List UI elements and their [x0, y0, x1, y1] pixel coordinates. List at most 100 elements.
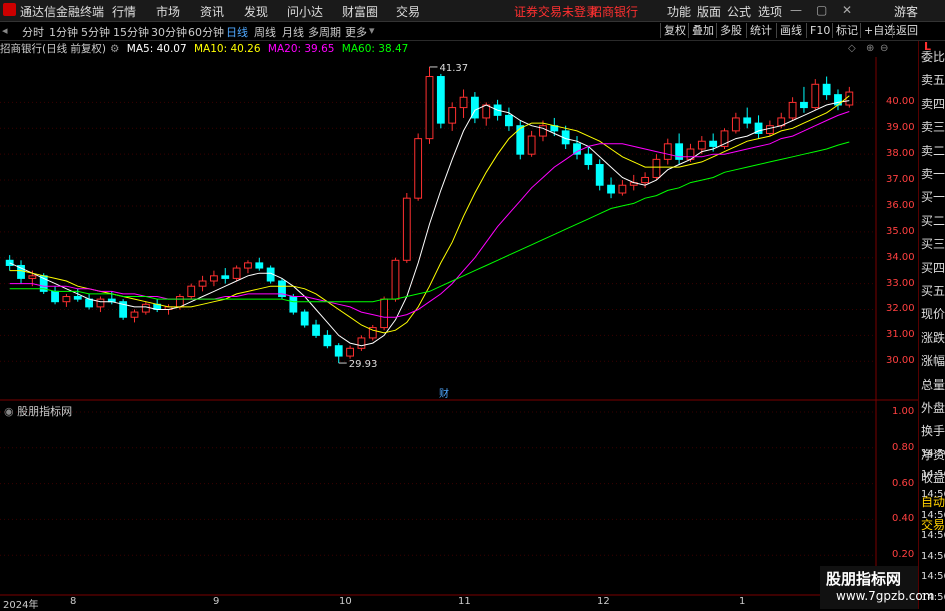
settings-gear-icon[interactable]: ⚙: [110, 43, 119, 55]
candle-body: [244, 262, 252, 269]
menu-layout[interactable]: 版面: [697, 3, 721, 20]
y-tick-label: 40.00: [886, 96, 915, 108]
side-label[interactable]: 委比: [921, 48, 945, 65]
menu-assistant[interactable]: 问小达: [287, 3, 323, 20]
toolbar-overlay[interactable]: 叠加: [688, 23, 717, 38]
period-60min[interactable]: 60分钟: [188, 24, 224, 40]
candle-body: [141, 303, 150, 313]
trade-time: 14:56: [921, 448, 945, 459]
menu-market[interactable]: 市场: [156, 3, 180, 20]
menu-function[interactable]: 功能: [667, 3, 691, 20]
candle-body: [822, 83, 831, 96]
zoom-in-icon[interactable]: ⊕: [866, 43, 874, 54]
indicator-toggle-icon[interactable]: ◉: [4, 405, 14, 418]
side-label[interactable]: 外盘: [921, 399, 945, 416]
side-label[interactable]: 现价: [921, 305, 945, 322]
candle: [743, 107, 752, 129]
side-label[interactable]: 卖二: [921, 142, 945, 159]
menu-options[interactable]: 选项: [758, 3, 782, 20]
diamond-icon[interactable]: ◇: [848, 43, 856, 54]
candle-body: [28, 275, 37, 279]
legend-ma10: MA10: 40.26: [194, 43, 261, 55]
lower-indicator-title: ◉ 股朋指标网: [4, 403, 72, 419]
y-tick-label: 35.00: [886, 225, 915, 237]
x-label-aug: 8: [70, 596, 77, 607]
toolbar-multi-stock[interactable]: 多股: [716, 23, 745, 38]
trade-time: 14:56: [921, 550, 945, 562]
candle-body: [187, 285, 196, 298]
period-15min[interactable]: 15分钟: [113, 24, 149, 40]
candle: [198, 275, 207, 292]
candle: [312, 319, 320, 338]
more-chevron-icon[interactable]: ▾: [369, 24, 375, 37]
menu-wealth[interactable]: 财富圈: [342, 3, 378, 20]
lower-y-tick-label: 0.60: [892, 477, 915, 489]
broker-name: 招商银行: [590, 5, 639, 19]
lower-y-tick-label: 0.20: [892, 549, 915, 561]
candle-body: [845, 91, 854, 106]
side-label[interactable]: 买一: [921, 188, 945, 205]
stock-name: 招商银行(日线 前复权): [0, 43, 107, 55]
guest-button[interactable]: 游客: [894, 3, 918, 20]
period-prev-icon[interactable]: ◂: [2, 24, 8, 37]
period-intraday[interactable]: 分时: [22, 24, 44, 40]
side-label[interactable]: 总量: [921, 376, 945, 393]
side-label[interactable]: 涨跌: [921, 329, 945, 346]
side-label[interactable]: 换手: [921, 422, 945, 439]
side-label[interactable]: 买三: [921, 235, 945, 252]
side-label[interactable]: 卖三: [921, 118, 945, 135]
y-tick-label: 30.00: [886, 355, 915, 367]
side-label[interactable]: 涨幅: [921, 352, 945, 369]
period-monthly[interactable]: 月线: [282, 24, 304, 40]
candle: [459, 89, 468, 118]
toolbar-mark[interactable]: 标记: [832, 23, 861, 38]
period-weekly[interactable]: 周线: [254, 24, 276, 40]
period-more[interactable]: 更多: [345, 24, 367, 40]
kline-chart[interactable]: 41.37 29.93 财: [0, 57, 918, 596]
zoom-out-icon[interactable]: ⊖: [880, 43, 888, 54]
menu-formula[interactable]: 公式: [727, 3, 751, 20]
close-icon[interactable]: ✕: [842, 3, 852, 17]
watermark-title: 股朋指标网: [826, 570, 902, 588]
toolbar-f10[interactable]: F10: [806, 23, 833, 38]
restore-icon[interactable]: ▢: [816, 3, 827, 17]
candle-body: [765, 125, 774, 134]
period-30min[interactable]: 30分钟: [151, 24, 187, 40]
period-daily[interactable]: 日线: [226, 24, 248, 40]
candle: [334, 343, 343, 364]
period-multi[interactable]: 多周期: [308, 24, 341, 40]
menu-discover[interactable]: 发现: [244, 3, 268, 20]
login-alert[interactable]: 证券交易未登录: [514, 3, 598, 20]
side-label[interactable]: 卖五: [921, 71, 945, 88]
minimize-icon[interactable]: —: [790, 3, 802, 17]
candle-body: [697, 140, 706, 150]
toolbar-restore-rights[interactable]: 复权: [660, 23, 689, 38]
side-label[interactable]: 买二: [921, 212, 945, 229]
candle: [618, 180, 627, 196]
side-label[interactable]: 卖一: [921, 165, 945, 182]
trade-time: 14:56: [921, 489, 945, 500]
period-5min[interactable]: 5分钟: [81, 24, 110, 40]
y-tick-label: 31.00: [886, 329, 915, 341]
candle-body: [436, 76, 445, 124]
candle: [811, 79, 820, 111]
side-label[interactable]: 买五: [921, 282, 945, 299]
candle: [244, 260, 252, 274]
menu-quotes[interactable]: 行情: [112, 3, 136, 20]
candle: [17, 260, 25, 284]
toolbar-draw[interactable]: 画线: [776, 23, 805, 38]
toolbar-back[interactable]: 返回: [892, 23, 921, 38]
side-label[interactable]: 卖四: [921, 95, 945, 112]
candle: [391, 257, 400, 302]
x-label-dec: 12: [597, 596, 610, 607]
menu-trade[interactable]: 交易: [396, 3, 420, 20]
period-1min[interactable]: 1分钟: [49, 24, 78, 40]
watermark-url: www.7gpzb.com: [836, 589, 935, 603]
candle: [800, 86, 808, 113]
y-tick-label: 33.00: [886, 277, 915, 289]
candle-body: [482, 104, 491, 119]
menu-news[interactable]: 资讯: [200, 3, 224, 20]
toolbar-statistics[interactable]: 统计: [746, 23, 775, 38]
side-label[interactable]: 买四: [921, 259, 945, 276]
candle: [357, 335, 366, 351]
